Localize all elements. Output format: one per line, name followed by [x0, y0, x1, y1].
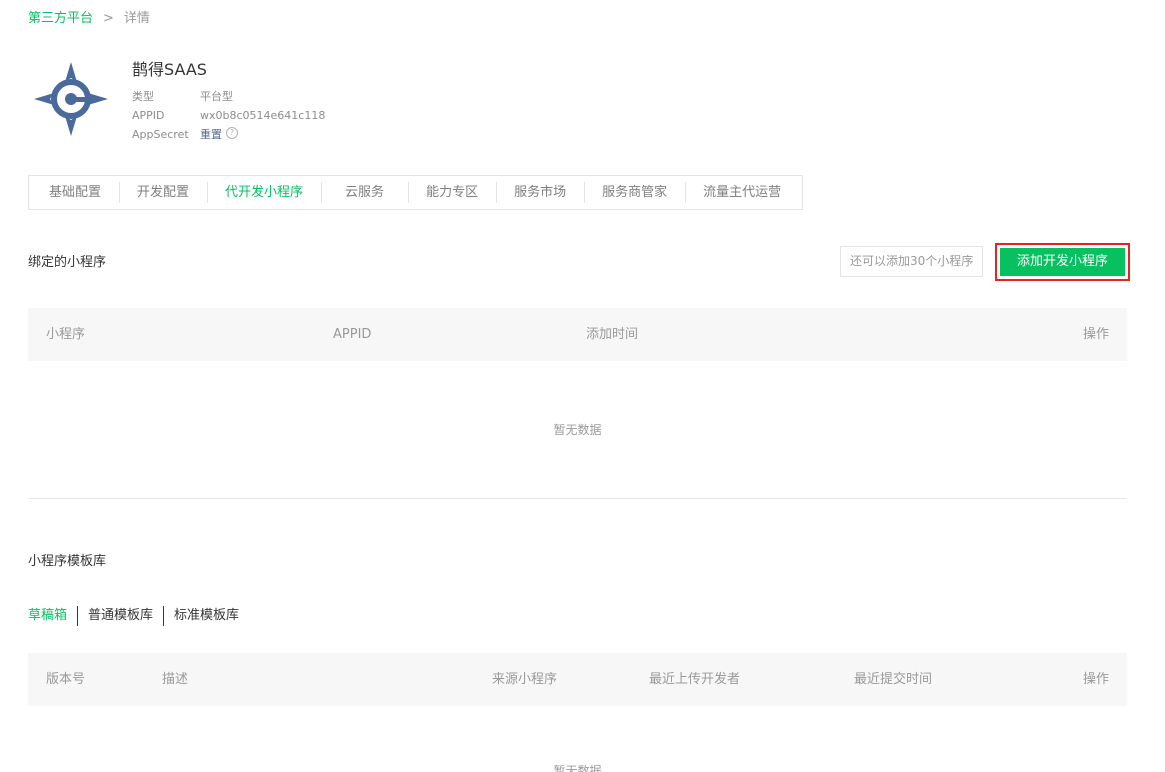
tab-cloud-service[interactable]: 云服务 — [321, 175, 408, 210]
column-header: 来源小程序 — [492, 672, 558, 687]
template-table-header: 版本号 描述 来源小程序 最近上传开发者 最近提交时间 操作 — [28, 653, 1127, 706]
breadcrumb: 第三方平台 > 详情 — [28, 10, 150, 28]
subtab-drafts[interactable]: 草稿箱 — [28, 606, 77, 626]
breadcrumb-current: 详情 — [123, 11, 150, 26]
column-header: 小程序 — [46, 327, 86, 342]
compass-logo-icon — [34, 62, 108, 136]
tab-basic-config[interactable]: 基础配置 — [29, 175, 119, 210]
column-header: 描述 — [162, 672, 189, 687]
column-header: 最近提交时间 — [854, 672, 933, 687]
appsecret-label: AppSecret — [132, 128, 189, 141]
appid-row: APPID wx0b8c0514e641c118 — [132, 108, 325, 124]
bound-table-header: 小程序 APPID 添加时间 操作 — [28, 308, 1127, 361]
template-section-title: 小程序模板库 — [28, 554, 107, 569]
tab-miniprogram-dev[interactable]: 代开发小程序 — [207, 175, 321, 210]
appsecret-row: AppSecret 重置 ? — [132, 127, 238, 143]
subtab-normal-templates[interactable]: 普通模板库 — [77, 606, 163, 626]
chevron-right-icon: > — [103, 11, 114, 26]
column-header: 添加时间 — [586, 327, 639, 342]
app-type-label: 类型 — [132, 90, 154, 103]
bound-section-title: 绑定的小程序 — [28, 255, 107, 270]
tab-dev-config[interactable]: 开发配置 — [119, 175, 207, 210]
subtab-standard-templates[interactable]: 标准模板库 — [163, 606, 249, 626]
column-header: 最近上传开发者 — [649, 672, 741, 687]
detail-tabs: 基础配置 开发配置 代开发小程序 云服务 能力专区 服务市场 服务商管家 流量主… — [28, 175, 803, 210]
column-header: 操作 — [1082, 672, 1109, 687]
add-miniprogram-button-highlight: 添加开发小程序 — [995, 243, 1130, 281]
appsecret-reset-link[interactable]: 重置 — [200, 127, 222, 143]
tab-service-manager[interactable]: 服务商管家 — [584, 175, 685, 210]
appid-label: APPID — [132, 109, 165, 122]
quota-hint: 还可以添加30个小程序 — [840, 246, 984, 277]
app-name: 鹊得SAAS — [132, 60, 207, 79]
app-type-value: 平台型 — [200, 90, 233, 103]
column-header: APPID — [333, 327, 372, 342]
column-header: 版本号 — [46, 672, 86, 687]
column-header: 操作 — [1082, 327, 1109, 342]
app-type-row: 类型 平台型 — [132, 89, 233, 105]
tab-capabilities[interactable]: 能力专区 — [408, 175, 496, 210]
tab-traffic-ops[interactable]: 流量主代运营 — [685, 175, 799, 210]
page: 第三方平台 > 详情 鹊得SAAS 类型 平台型 APPID wx0b8c051… — [0, 0, 1165, 772]
breadcrumb-parent-link[interactable]: 第三方平台 — [28, 10, 93, 28]
tab-service-market[interactable]: 服务市场 — [496, 175, 584, 210]
appid-value: wx0b8c0514e641c118 — [200, 109, 326, 122]
help-icon[interactable]: ? — [226, 127, 238, 139]
add-miniprogram-button[interactable]: 添加开发小程序 — [1000, 248, 1125, 276]
template-empty-state: 暂无数据 — [553, 764, 602, 772]
section-divider — [28, 498, 1127, 499]
bound-empty-state: 暂无数据 — [553, 423, 602, 437]
template-subtabs: 草稿箱 普通模板库 标准模板库 — [28, 606, 249, 626]
